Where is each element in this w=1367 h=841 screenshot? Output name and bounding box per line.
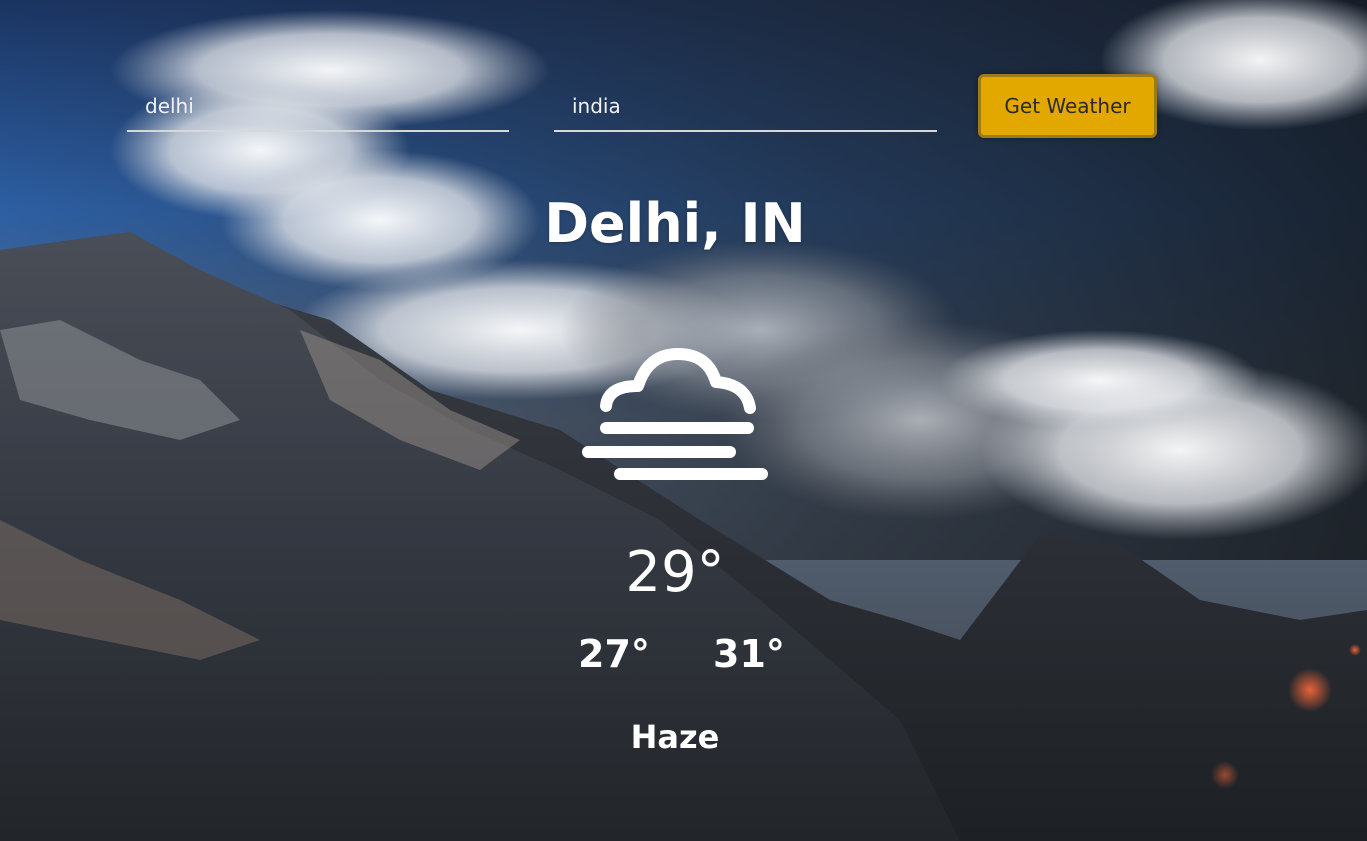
- get-weather-button[interactable]: Get Weather: [978, 74, 1157, 138]
- country-input[interactable]: [554, 84, 937, 128]
- city-input[interactable]: [127, 84, 509, 128]
- search-form: Get Weather: [0, 0, 1367, 160]
- city-field: [127, 84, 509, 132]
- country-field: [554, 84, 937, 132]
- weather-app: Get Weather Delhi, IN 29° 27° 31° Haze: [0, 0, 1367, 841]
